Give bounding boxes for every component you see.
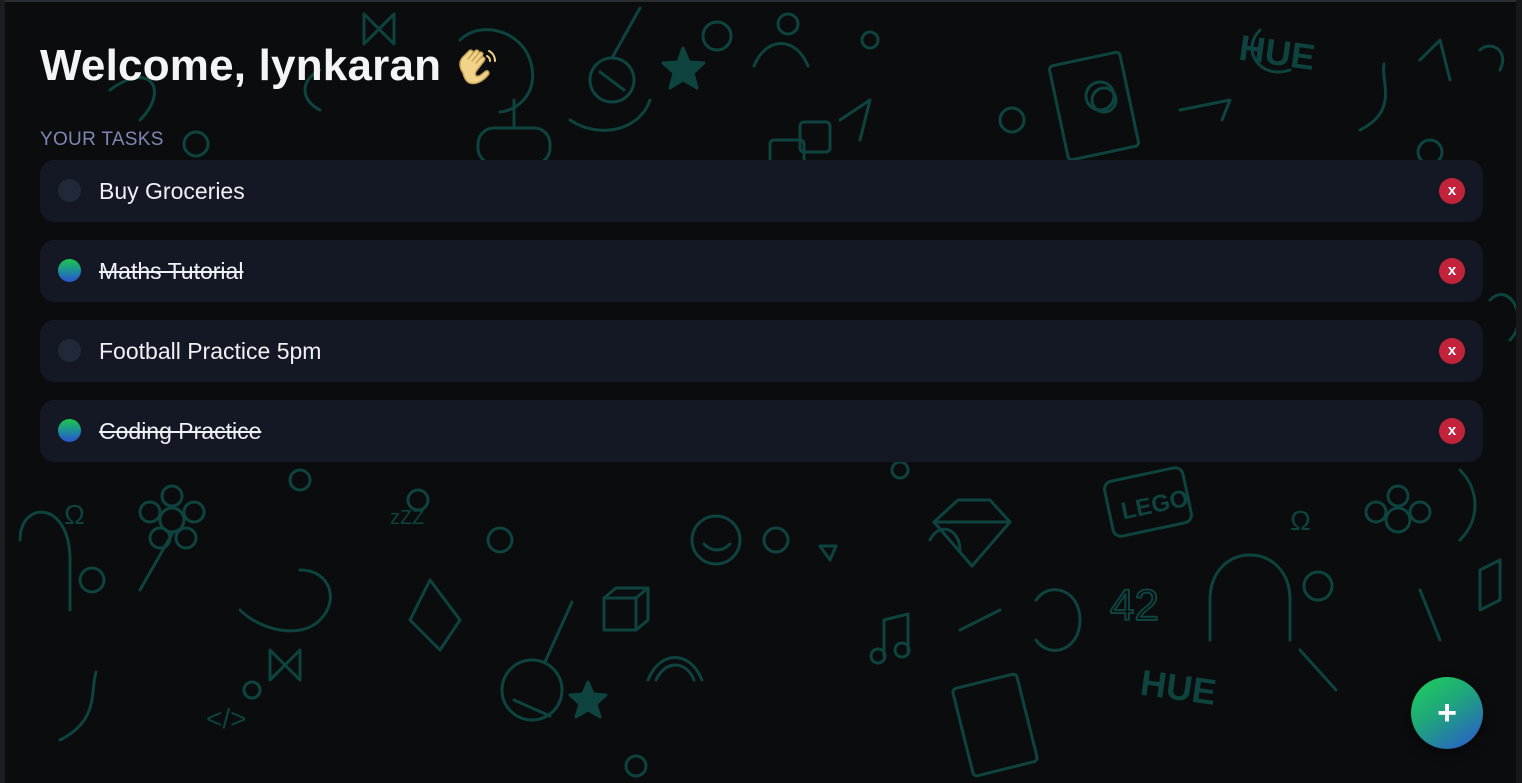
welcome-header: Welcome, lynkaran [40,40,1483,92]
welcome-title: Welcome, lynkaran [40,41,442,90]
task-list: Buy Groceries x Maths Tutorial x Footbal… [40,160,1483,462]
svg-text:42: 42 [1110,581,1159,630]
window-top-border [0,0,1522,2]
task-item: Coding Practice x [40,400,1483,462]
svg-text:</>: </> [206,703,246,734]
wave-hand-icon [453,43,499,89]
add-task-button[interactable]: + [1411,677,1483,749]
task-complete-toggle[interactable] [58,419,81,442]
svg-text:HUE: HUE [1138,662,1219,713]
task-item: Maths Tutorial x [40,240,1483,302]
task-label: Football Practice 5pm [99,338,322,364]
app-window: HUE HUE LEGO 42 </> Ω Ω zZZ Welcome, lyn… [0,0,1522,783]
delete-task-button[interactable]: x [1439,178,1465,204]
delete-task-button[interactable]: x [1439,258,1465,284]
task-label: Coding Practice [99,418,262,444]
tasks-section-title: YOUR TASKS [40,129,164,150]
window-left-border [0,0,5,783]
svg-text:LEGO: LEGO [1119,485,1191,526]
task-item: Football Practice 5pm x [40,320,1483,382]
svg-text:zZZ: zZZ [390,507,424,529]
delete-task-button[interactable]: x [1439,338,1465,364]
task-complete-toggle[interactable] [58,259,81,282]
svg-text:Ω: Ω [64,499,85,530]
task-label: Buy Groceries [99,178,245,204]
main-content: Welcome, lynkaran YOUR TASKS Buy Groceri… [40,40,1483,480]
task-item: Buy Groceries x [40,160,1483,222]
svg-text:Ω: Ω [1290,505,1311,536]
delete-task-button[interactable]: x [1439,418,1465,444]
plus-icon: + [1437,694,1457,732]
task-label: Maths Tutorial [99,258,244,284]
task-complete-toggle[interactable] [58,339,81,362]
task-complete-toggle[interactable] [58,179,81,202]
window-right-border [1516,0,1522,783]
